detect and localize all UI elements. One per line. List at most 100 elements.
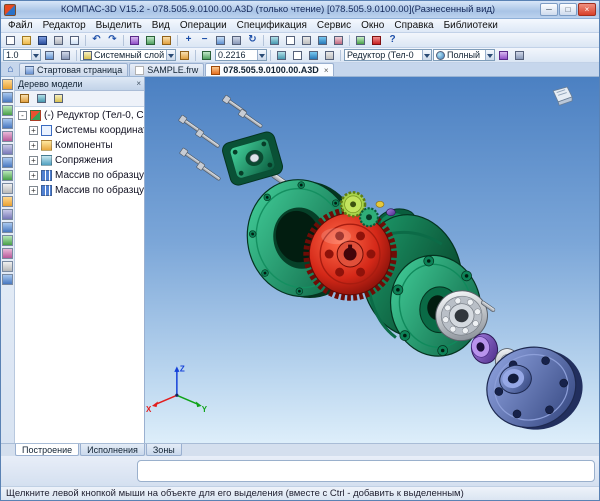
parameterization-icon[interactable] bbox=[2, 261, 13, 272]
display-mode-combo[interactable]: Полный bbox=[433, 49, 495, 61]
select-tool-icon[interactable] bbox=[2, 79, 13, 90]
maximize-button[interactable]: □ bbox=[559, 3, 577, 16]
zoom-out-icon[interactable]: − bbox=[197, 34, 212, 47]
menu-operations[interactable]: Операции bbox=[175, 20, 232, 31]
minimize-button[interactable]: ─ bbox=[540, 3, 558, 16]
layer-settings-icon[interactable] bbox=[177, 49, 192, 62]
open-icon[interactable] bbox=[19, 34, 34, 47]
expand-icon[interactable]: + bbox=[29, 141, 38, 150]
menu-edit[interactable]: Редактор bbox=[38, 20, 91, 31]
zoom-by-frame-icon[interactable] bbox=[42, 49, 57, 62]
tab-start-page[interactable]: Стартовая страница bbox=[19, 63, 128, 76]
tree-filter-icon[interactable] bbox=[51, 92, 66, 105]
expand-icon[interactable]: + bbox=[29, 171, 38, 180]
mates-tool-icon[interactable] bbox=[2, 157, 13, 168]
zoom-all-icon[interactable] bbox=[213, 34, 228, 47]
tab-sample[interactable]: SAMPLE.frw bbox=[129, 63, 204, 76]
menu-select[interactable]: Выделить bbox=[91, 20, 147, 31]
menu-view[interactable]: Вид bbox=[147, 20, 175, 31]
current-state-toolbar: 1.0 Системный слой (0) 0.2216 Редуктор (… bbox=[1, 48, 599, 63]
menu-help[interactable]: Справка bbox=[389, 20, 438, 31]
tree-item-coordinate-systems[interactable]: + Системы координат bbox=[15, 123, 144, 138]
rotate-icon[interactable]: ↻ bbox=[245, 34, 260, 47]
expand-icon[interactable]: + bbox=[29, 156, 38, 165]
zoom-scale-combo[interactable]: 1.0 bbox=[3, 49, 41, 61]
properties-icon[interactable] bbox=[159, 34, 174, 47]
exploded-view-toggle-icon[interactable] bbox=[496, 49, 511, 62]
macro-icon[interactable] bbox=[2, 274, 13, 285]
menu-file[interactable]: Файл bbox=[3, 20, 38, 31]
print-preview-icon[interactable] bbox=[67, 34, 82, 47]
tree-item-array-2[interactable]: + Массив по образцу:2 bbox=[15, 183, 144, 198]
print-icon[interactable] bbox=[51, 34, 66, 47]
tab-versions[interactable]: Исполнения bbox=[80, 444, 145, 456]
sheet-metal-icon[interactable] bbox=[2, 235, 13, 246]
measure-3d-icon[interactable] bbox=[2, 170, 13, 181]
filters-icon[interactable] bbox=[2, 183, 13, 194]
library-manager-icon[interactable] bbox=[127, 34, 142, 47]
close-button[interactable]: × bbox=[578, 3, 596, 16]
fragment-doc-icon bbox=[135, 66, 144, 75]
display-shaded-icon[interactable] bbox=[306, 49, 321, 62]
snap-icon[interactable] bbox=[199, 49, 214, 62]
surfaces-icon[interactable] bbox=[2, 118, 13, 129]
save-icon[interactable] bbox=[35, 34, 50, 47]
orientation-icon[interactable] bbox=[267, 34, 282, 47]
zoom-in-icon[interactable]: + bbox=[181, 34, 196, 47]
menu-window[interactable]: Окно bbox=[356, 20, 389, 31]
pan-icon[interactable] bbox=[229, 34, 244, 47]
tree-composition-icon[interactable] bbox=[34, 92, 49, 105]
reports-icon[interactable] bbox=[2, 209, 13, 220]
help-icon[interactable]: ? bbox=[385, 34, 400, 47]
display-wireframe-icon[interactable] bbox=[290, 49, 305, 62]
step-combo[interactable]: 0.2216 bbox=[215, 49, 267, 61]
axis-z-label: Z bbox=[180, 364, 185, 373]
tab-close-icon[interactable]: × bbox=[324, 66, 329, 75]
panel-close-icon[interactable]: × bbox=[136, 79, 141, 88]
spatial-curves-icon[interactable] bbox=[2, 105, 13, 116]
collapse-icon[interactable]: - bbox=[18, 111, 27, 120]
stop-icon[interactable] bbox=[369, 34, 384, 47]
tab-construction[interactable]: Построение bbox=[15, 444, 79, 456]
section-view-icon[interactable] bbox=[512, 49, 527, 62]
tree-item-mates[interactable]: + Сопряжения bbox=[15, 153, 144, 168]
exploded-view-icon[interactable] bbox=[553, 87, 572, 105]
new-document-icon[interactable] bbox=[3, 34, 18, 47]
app-logo-icon bbox=[4, 4, 16, 16]
rebuild-icon[interactable] bbox=[353, 34, 368, 47]
assembly-3d-view[interactable]: X Y Z bbox=[145, 77, 599, 443]
menu-libraries[interactable]: Библиотеки bbox=[439, 20, 503, 31]
perspective-icon[interactable] bbox=[331, 34, 346, 47]
property-panel-field bbox=[137, 460, 595, 482]
hide-objects-icon[interactable] bbox=[322, 49, 337, 62]
tab-document[interactable]: 078.505.9.0100.00.A3D × bbox=[205, 63, 334, 76]
components-icon bbox=[41, 140, 52, 151]
current-part-combo[interactable]: Редуктор (Тел-0 bbox=[344, 49, 432, 61]
variables-icon[interactable] bbox=[143, 34, 158, 47]
tab-zones[interactable]: Зоны bbox=[146, 444, 182, 456]
tree-structure-icon[interactable] bbox=[17, 92, 32, 105]
hidden-lines-icon[interactable] bbox=[299, 34, 314, 47]
layer-combo[interactable]: Системный слой (0) bbox=[80, 49, 176, 61]
design-elements-icon[interactable] bbox=[2, 222, 13, 233]
home-icon[interactable]: ⌂ bbox=[3, 63, 18, 76]
undo-icon[interactable]: ↶ bbox=[89, 34, 104, 47]
auxiliary-geometry-icon[interactable] bbox=[2, 131, 13, 142]
specification-tool-icon[interactable] bbox=[2, 196, 13, 207]
move-view-icon[interactable] bbox=[58, 49, 73, 62]
tree-root-item[interactable]: - (-) Редуктор (Тел-0, Сборочн bbox=[15, 108, 144, 123]
orientation-list-icon[interactable] bbox=[274, 49, 289, 62]
features-icon[interactable] bbox=[2, 248, 13, 259]
redo-icon[interactable]: ↷ bbox=[105, 34, 120, 47]
expand-icon[interactable]: + bbox=[29, 186, 38, 195]
edit-assembly-icon[interactable] bbox=[2, 92, 13, 103]
menu-specification[interactable]: Спецификация bbox=[232, 20, 312, 31]
viewport-3d[interactable]: X Y Z bbox=[145, 77, 599, 443]
menu-service[interactable]: Сервис bbox=[312, 20, 356, 31]
shaded-icon[interactable] bbox=[315, 34, 330, 47]
arrays-icon[interactable] bbox=[2, 144, 13, 155]
tree-item-array-1[interactable]: + Массив по образцу:1 bbox=[15, 168, 144, 183]
expand-icon[interactable]: + bbox=[29, 126, 38, 135]
tree-item-components[interactable]: + Компоненты bbox=[15, 138, 144, 153]
wireframe-icon[interactable] bbox=[283, 34, 298, 47]
